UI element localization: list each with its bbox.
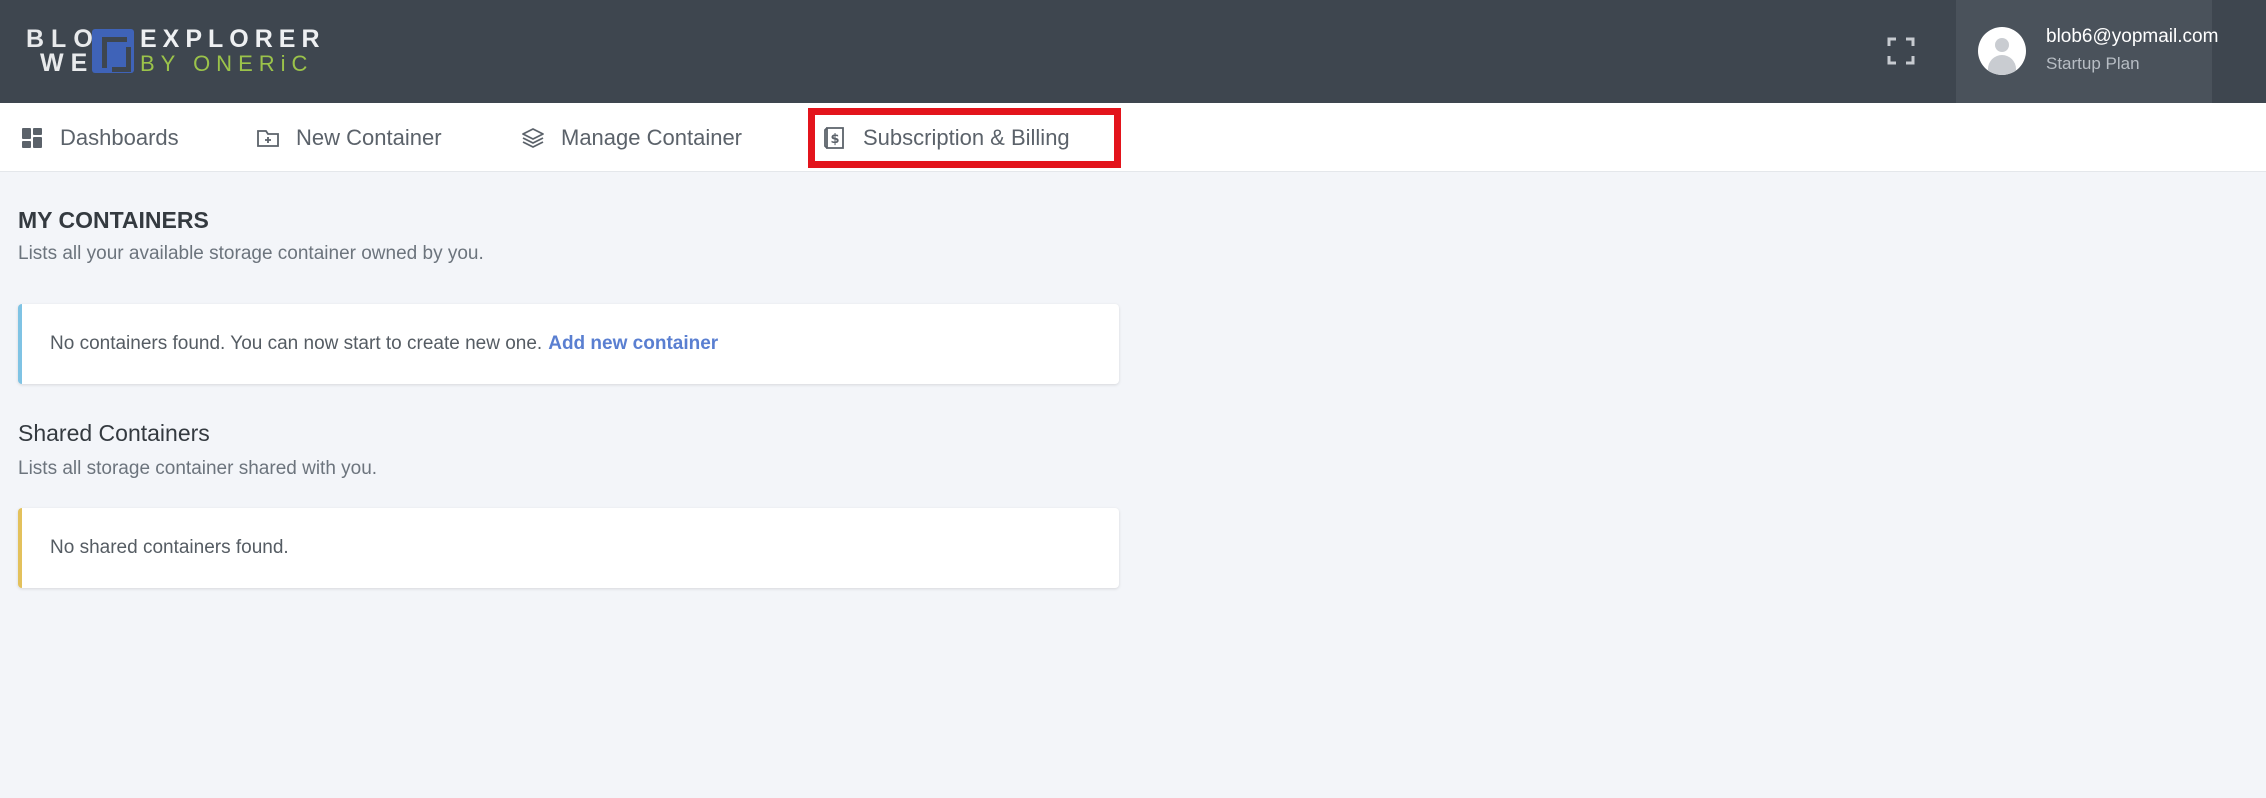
avatar-head-shape (1995, 38, 2009, 52)
folder-plus-icon (256, 126, 280, 150)
nav-label-new-container: New Container (296, 124, 442, 150)
avatar (1978, 27, 2026, 75)
logo-text-we: WE (40, 49, 95, 77)
no-containers-message: No containers found. You can now start t… (50, 333, 543, 354)
nav-item-dashboards[interactable]: Dashboards (20, 103, 179, 172)
no-containers-alert: No containers found. You can now start t… (18, 304, 1119, 384)
no-shared-containers-message: No shared containers found. (50, 537, 289, 558)
add-new-container-link[interactable]: Add new container (548, 333, 718, 355)
nav-item-new-container[interactable]: New Container (256, 103, 442, 172)
user-menu[interactable]: blob6@yopmail.com Startup Plan (1956, 0, 2218, 103)
logo-b-mark-icon (92, 29, 134, 73)
my-containers-subtitle: Lists all your available storage contain… (18, 243, 484, 264)
layers-icon (521, 126, 545, 150)
top-header: BLO WE EXPLORER BY ONERiC blob6@yopmail.… (0, 0, 2266, 103)
avatar-body-shape (1988, 55, 2016, 75)
logo-byline: BY ONERiC (140, 51, 314, 76)
highlight-annotation-box (808, 108, 1121, 168)
fullscreen-button[interactable] (1886, 36, 1916, 66)
logo-text-explorer: EXPLORER (140, 25, 326, 53)
no-shared-containers-alert: No shared containers found. (18, 508, 1119, 588)
dashboard-grid-icon (20, 126, 44, 150)
blob-explorer-logo[interactable]: BLO WE EXPLORER BY ONERiC (26, 27, 326, 77)
user-email: blob6@yopmail.com (2046, 26, 2219, 47)
nav-label-dashboards: Dashboards (60, 124, 179, 150)
nav-item-manage-container[interactable]: Manage Container (521, 103, 742, 172)
user-plan: Startup Plan (2046, 54, 2140, 73)
nav-label-manage-container: Manage Container (561, 124, 743, 150)
shared-containers-title: Shared Containers (18, 420, 210, 446)
main-navigation: Dashboards New Container Manage Containe… (0, 103, 2266, 172)
my-containers-title: MY CONTAINERS (18, 207, 209, 233)
shared-containers-subtitle: Lists all storage container shared with … (18, 458, 378, 479)
expand-icon (1886, 37, 1916, 70)
